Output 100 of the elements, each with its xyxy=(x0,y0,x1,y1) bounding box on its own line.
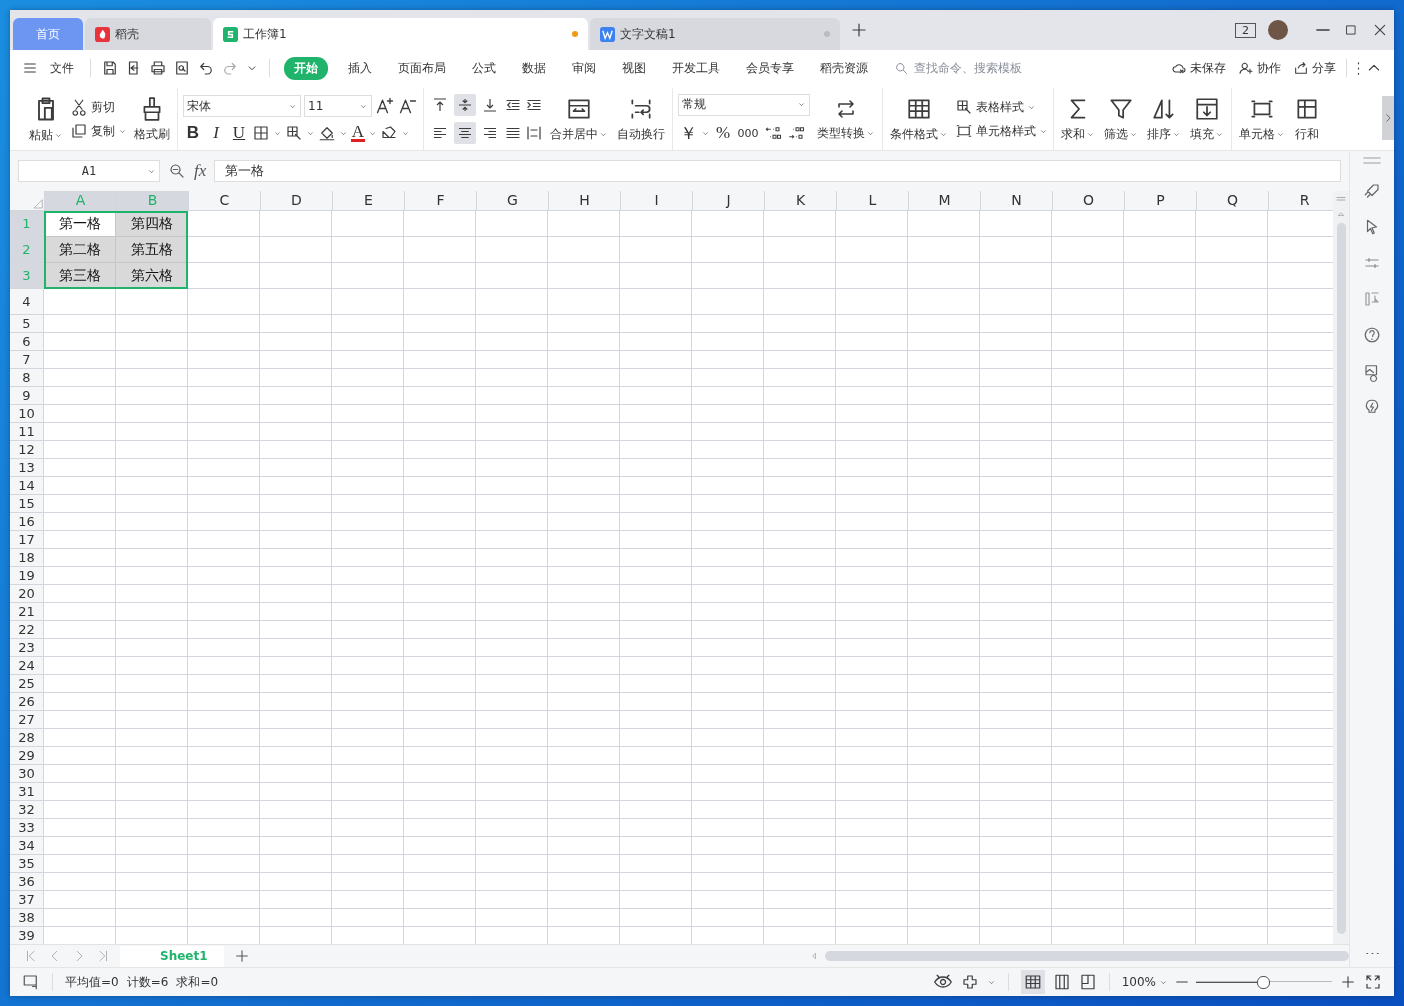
table-style-button[interactable]: 表格样式 xyxy=(955,98,1048,116)
row-header[interactable]: 34 xyxy=(10,837,44,855)
row-header[interactable]: 29 xyxy=(10,747,44,765)
cell-style-button[interactable]: 单元格样式 xyxy=(955,122,1048,140)
row-header[interactable]: 15 xyxy=(10,495,44,513)
row-header[interactable]: 16 xyxy=(10,513,44,531)
row-header[interactable]: 25 xyxy=(10,675,44,693)
function-button[interactable]: fx xyxy=(194,161,207,181)
column-header[interactable]: P xyxy=(1125,191,1197,211)
sort-button[interactable]: 排序 xyxy=(1145,93,1183,145)
fill-button[interactable]: 填充 xyxy=(1188,93,1226,145)
row-header[interactable]: 17 xyxy=(10,531,44,549)
window-count[interactable]: 2 xyxy=(1235,22,1256,38)
column-header[interactable]: Q xyxy=(1197,191,1269,211)
toolbar-action[interactable]: 分享 xyxy=(1293,59,1336,77)
row-header[interactable]: 28 xyxy=(10,729,44,747)
row-header[interactable]: 9 xyxy=(10,387,44,405)
row-header[interactable]: 7 xyxy=(10,351,44,369)
column-header[interactable]: F xyxy=(405,191,477,211)
ribbon-tab[interactable]: 页面布局 xyxy=(392,56,452,80)
sum-button[interactable]: 求和 xyxy=(1059,93,1097,145)
zoom-dropdown[interactable]: 100% xyxy=(1121,975,1168,989)
column-header[interactable]: O xyxy=(1053,191,1125,211)
row-header[interactable]: 30 xyxy=(10,765,44,783)
row-header[interactable]: 8 xyxy=(10,369,44,387)
file-menu[interactable]: 文件 xyxy=(44,56,80,80)
font-color-button[interactable]: A xyxy=(351,124,365,142)
ribbon-tab[interactable]: 视图 xyxy=(616,56,652,80)
rows-columns-button[interactable]: 行和 xyxy=(1292,93,1322,145)
ribbon-tab[interactable]: 数据 xyxy=(516,56,552,80)
ribbon-tab[interactable]: 开发工具 xyxy=(666,56,726,80)
row-header[interactable]: 20 xyxy=(10,585,44,603)
ribbon-tab[interactable]: 会员专享 xyxy=(740,56,800,80)
row-header[interactable]: 26 xyxy=(10,693,44,711)
row-header[interactable]: 4 xyxy=(10,289,44,315)
column-header[interactable]: G xyxy=(477,191,549,211)
font-size-dropdown[interactable]: 11 xyxy=(304,95,372,117)
number-format-dropdown[interactable]: 常规 xyxy=(678,93,810,116)
row-header[interactable]: 6 xyxy=(10,333,44,351)
column-header[interactable]: D xyxy=(261,191,333,211)
row-header[interactable]: 5 xyxy=(10,315,44,333)
row-header[interactable]: 35 xyxy=(10,855,44,873)
font-dropdown[interactable]: 宋体 xyxy=(183,95,301,117)
formula-input[interactable]: 第一格 xyxy=(214,160,1341,182)
row-header[interactable]: 12 xyxy=(10,441,44,459)
row-header[interactable]: 13 xyxy=(10,459,44,477)
column-header[interactable]: N xyxy=(981,191,1053,211)
row-header[interactable]: 39 xyxy=(10,927,44,944)
percent-button[interactable]: % xyxy=(713,123,733,143)
column-header[interactable]: I xyxy=(621,191,693,211)
thousands-button[interactable]: 000 xyxy=(736,126,760,140)
column-header[interactable]: K xyxy=(765,191,837,211)
row-header[interactable]: 18 xyxy=(10,549,44,567)
column-header[interactable]: J xyxy=(693,191,765,211)
row-header[interactable]: 27 xyxy=(10,711,44,729)
wrap-text-button[interactable]: 自动换行 xyxy=(615,93,667,145)
ribbon-tab[interactable]: 稻壳资源 xyxy=(814,56,874,80)
row-header[interactable]: 14 xyxy=(10,477,44,495)
row-header[interactable]: 32 xyxy=(10,801,44,819)
type-convert-button[interactable]: 类型转换 xyxy=(815,94,877,144)
row-header[interactable]: 21 xyxy=(10,603,44,621)
document-tab[interactable]: 文字文稿1 xyxy=(590,18,840,50)
toolbar-action[interactable]: 协作 xyxy=(1238,59,1281,77)
ribbon-tab[interactable]: 公式 xyxy=(466,56,502,80)
ribbon-tab[interactable]: 审阅 xyxy=(566,56,602,80)
underline-button[interactable]: U xyxy=(229,123,249,143)
cells-button[interactable]: 单元格 xyxy=(1237,93,1287,145)
cut-button[interactable]: 剪切 xyxy=(70,98,127,116)
column-header[interactable]: C xyxy=(189,191,261,211)
row-header[interactable]: 36 xyxy=(10,873,44,891)
conditional-format-button[interactable]: 条件格式 xyxy=(888,93,950,145)
column-header[interactable]: E xyxy=(333,191,405,211)
row-header[interactable]: 10 xyxy=(10,405,44,423)
currency-button[interactable]: ￥ xyxy=(678,121,698,145)
row-header[interactable]: 23 xyxy=(10,639,44,657)
merge-center-button[interactable]: 合并居中 xyxy=(548,93,610,145)
row-header[interactable]: 38 xyxy=(10,909,44,927)
row-header[interactable]: 37 xyxy=(10,891,44,909)
paste-button[interactable]: 粘贴 xyxy=(27,92,65,146)
row-header[interactable]: 19 xyxy=(10,567,44,585)
format-painter-button[interactable]: 格式刷 xyxy=(132,93,172,145)
toolbar-action[interactable]: 未保存 xyxy=(1171,59,1226,77)
column-header[interactable]: L xyxy=(837,191,909,211)
bold-button[interactable]: B xyxy=(183,123,203,143)
column-header[interactable]: M xyxy=(909,191,981,211)
table-cell: 第六格 xyxy=(116,263,188,289)
row-header[interactable]: 31 xyxy=(10,783,44,801)
document-tab[interactable]: 稻壳 xyxy=(85,18,211,50)
filter-button[interactable]: 筛选 xyxy=(1102,93,1140,145)
document-tab[interactable]: 工作簿1 xyxy=(213,18,588,50)
column-header[interactable]: H xyxy=(549,191,621,211)
row-header[interactable]: 24 xyxy=(10,657,44,675)
name-box[interactable]: A1 xyxy=(18,160,160,182)
row-header[interactable]: 22 xyxy=(10,621,44,639)
ribbon-tab[interactable]: 插入 xyxy=(342,56,378,80)
search-field[interactable]: 查找命令、搜索模板 xyxy=(894,60,1046,76)
row-header[interactable]: 33 xyxy=(10,819,44,837)
copy-button[interactable]: 复制 xyxy=(70,122,127,140)
row-header[interactable]: 11 xyxy=(10,423,44,441)
italic-button[interactable]: I xyxy=(206,123,226,143)
